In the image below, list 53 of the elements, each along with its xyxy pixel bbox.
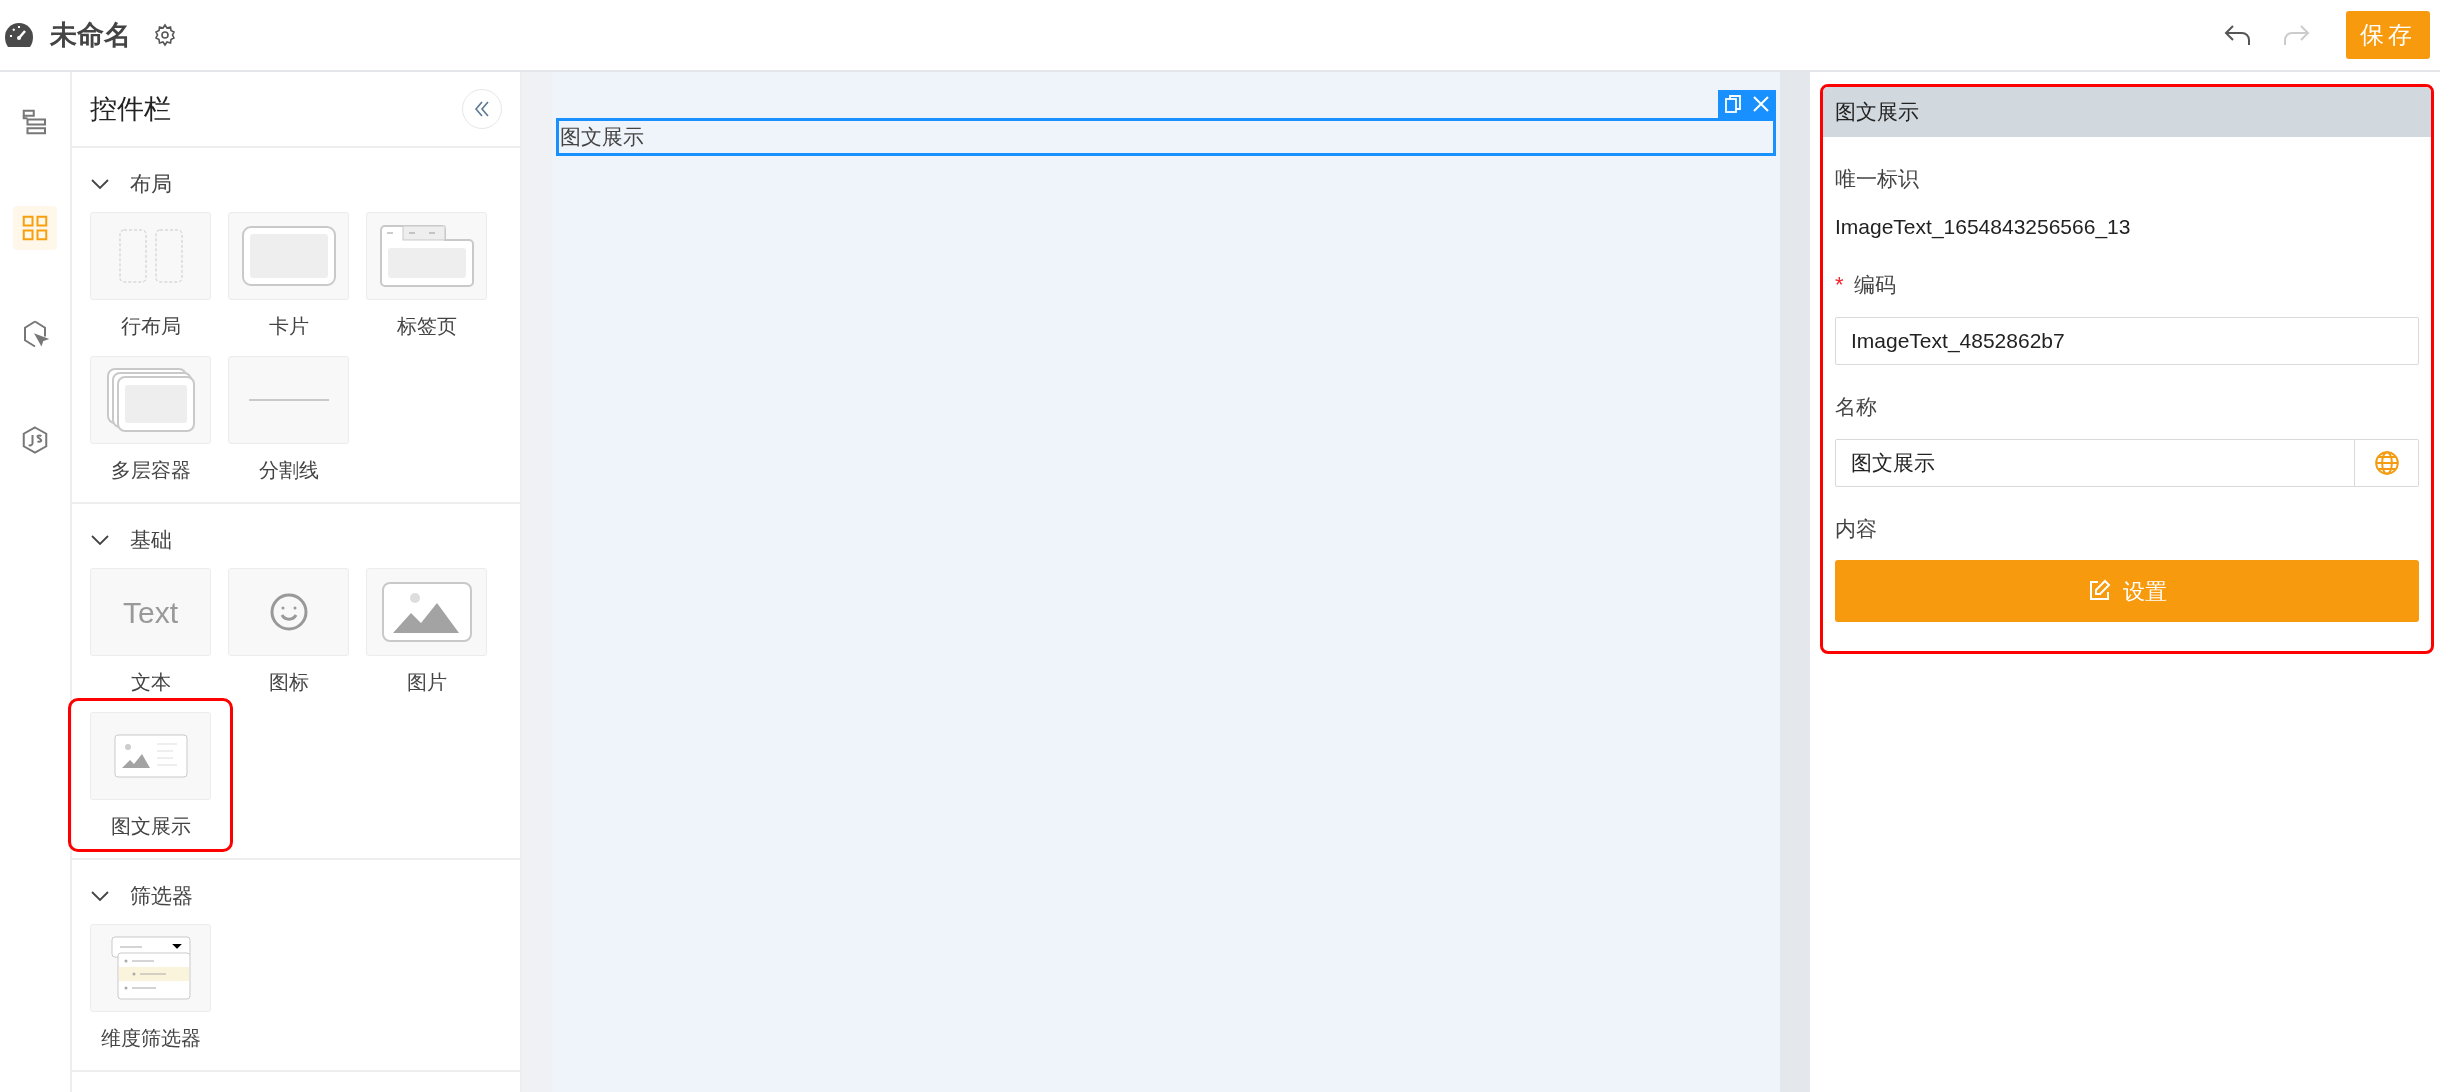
widget-tile[interactable] <box>90 712 211 800</box>
grid-icon <box>20 213 50 243</box>
input-field[interactable]: 图文展示 <box>1835 438 2355 487</box>
chevron-down-icon <box>90 177 110 191</box>
section-header[interactable]: 布局 <box>90 168 520 200</box>
close-icon[interactable] <box>1752 95 1770 113</box>
edit-icon <box>2087 579 2111 603</box>
input-field[interactable]: ImageText_4852862b7 <box>1835 317 2419 365</box>
undo-icon[interactable] <box>2224 24 2252 46</box>
text-preview: Text <box>123 594 178 631</box>
selected-component[interactable]: 图文展示 <box>556 118 1776 156</box>
widget-tile[interactable] <box>366 568 487 656</box>
widget-label: 行布局 <box>120 314 181 339</box>
widget-label: 文本 <box>130 670 171 695</box>
rail-tab[interactable] <box>13 206 57 250</box>
report-title: 未命名 <box>50 18 131 52</box>
widget-tile[interactable] <box>228 356 349 444</box>
copy-icon[interactable] <box>1724 94 1742 114</box>
widget-label: 标签页 <box>396 314 457 339</box>
section-header[interactable]: 基础 <box>90 524 520 556</box>
chevron-down-icon <box>90 889 110 903</box>
widget-tile[interactable] <box>228 212 349 300</box>
globe-button[interactable] <box>2355 438 2419 487</box>
smiley-icon <box>268 592 309 632</box>
field-label: 内容 <box>1835 515 1877 542</box>
image-icon <box>380 581 473 643</box>
widget-tile[interactable] <box>366 212 487 300</box>
dashboard-gauge-icon <box>4 22 34 48</box>
field-label: * 编码 <box>1835 271 1896 299</box>
widget-label: 分割线 <box>258 458 319 483</box>
field-value: ImageText_1654843256566_13 <box>1835 213 2132 241</box>
panel-title: 控件栏 <box>90 92 171 126</box>
field-label: 唯一标识 <box>1835 166 1919 192</box>
chevron-down-icon <box>90 533 110 547</box>
field-label: 名称 <box>1835 394 1877 420</box>
section-header[interactable]: 筛选器 <box>90 880 520 912</box>
widget-tile[interactable] <box>90 212 211 300</box>
widget-label: 图标 <box>268 670 309 695</box>
settings-icon[interactable] <box>153 23 177 47</box>
widget-label: 维度筛选器 <box>100 1026 201 1051</box>
image-text-icon <box>113 734 188 778</box>
widget-label: 卡片 <box>268 314 309 339</box>
widget-tile[interactable] <box>90 356 211 444</box>
globe-icon <box>2373 449 2400 476</box>
double-chevron-left-icon <box>473 100 491 118</box>
widget-label: 图文展示 <box>110 814 191 839</box>
widget-label: 图片 <box>406 670 447 695</box>
widget-label: 多层容器 <box>110 458 191 483</box>
properties-title: 图文展示 <box>1835 99 1919 126</box>
js-hexagon-icon <box>20 425 50 455</box>
component-label: 图文展示 <box>559 124 644 151</box>
widget-tile[interactable] <box>228 568 349 656</box>
widget-tile[interactable] <box>90 924 211 1012</box>
